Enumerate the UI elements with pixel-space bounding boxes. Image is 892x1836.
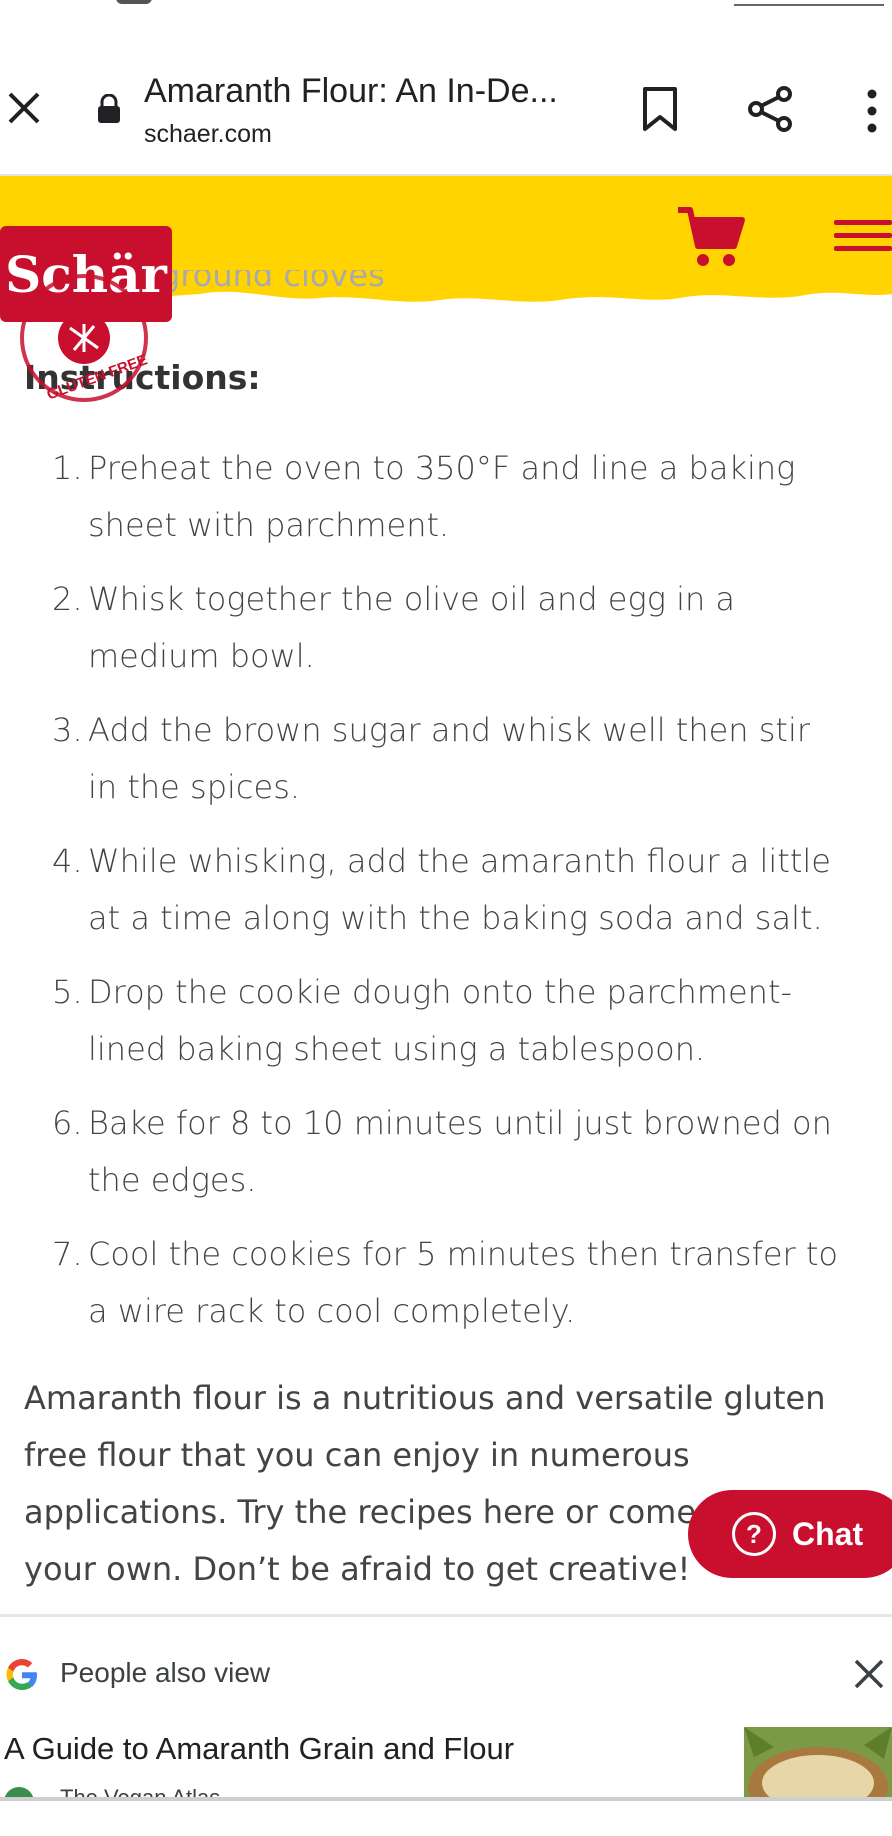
step-number: 4.: [52, 842, 83, 880]
clipped-ingredient-text: ground cloves: [160, 270, 385, 292]
instruction-step: 1. Preheat the oven to 350°F and line a b…: [52, 440, 848, 554]
page-title[interactable]: Amaranth Flour: An In-De...: [144, 72, 558, 111]
lock-icon[interactable]: [96, 94, 122, 124]
bookmark-icon[interactable]: [640, 86, 680, 132]
step-number: 7.: [52, 1235, 83, 1273]
result-title[interactable]: A Guide to Amaranth Grain and Flour: [4, 1731, 514, 1767]
instruction-list: 1. Preheat the oven to 350°F and line a b…: [0, 440, 848, 1357]
instruction-step: 5. Drop the cookie dough onto the parchme…: [52, 964, 848, 1078]
help-icon: ?: [732, 1512, 776, 1556]
step-text: Add the brown sugar and whisk well then …: [88, 711, 811, 806]
step-text: While whisking, add the amaranth flour a…: [88, 842, 831, 937]
instruction-step: 4. While whisking, add the amaranth flour…: [52, 833, 848, 947]
step-number: 6.: [52, 1104, 83, 1142]
chat-label: Chat: [792, 1515, 864, 1552]
chat-button[interactable]: ? Chat: [688, 1490, 892, 1578]
status-bar: [0, 0, 892, 36]
close-sheet-icon[interactable]: [852, 1657, 886, 1691]
google-g-icon: [6, 1659, 37, 1690]
menu-icon[interactable]: [832, 216, 892, 256]
step-text: Whisk together the olive oil and egg in …: [88, 580, 736, 675]
sheet-bottom-edge: [0, 1797, 892, 1831]
step-text: Preheat the oven to 350°F and line a bak…: [88, 449, 796, 544]
status-icon: [116, 0, 152, 4]
page-domain[interactable]: schaer.com: [144, 120, 272, 149]
instruction-step: 6. Bake for 8 to 10 minutes until just br…: [52, 1095, 848, 1209]
step-text: Drop the cookie dough onto the parchment…: [88, 973, 793, 1068]
more-options-icon[interactable]: [860, 86, 884, 136]
instruction-step: 7. Cool the cookies for 5 minutes then tr…: [52, 1226, 848, 1340]
step-number: 2.: [52, 580, 83, 618]
status-indicators: [734, 0, 884, 6]
step-text: Bake for 8 to 10 minutes until just brow…: [88, 1104, 832, 1199]
step-number: 3.: [52, 711, 83, 749]
people-also-view-sheet: People also view A Guide to Amaranth Gra…: [0, 1614, 892, 1836]
browser-toolbar: Amaranth Flour: An In-De... schaer.com: [0, 36, 892, 176]
instruction-step: 3. Add the brown sugar and whisk well the…: [52, 702, 848, 816]
instruction-step: 2. Whisk together the olive oil and egg i…: [52, 571, 848, 685]
result-thumbnail[interactable]: [744, 1727, 892, 1807]
schar-logo[interactable]: Schär GLUTEN FREE: [0, 226, 175, 406]
close-icon[interactable]: [4, 88, 44, 128]
cart-icon[interactable]: [676, 206, 746, 268]
step-number: 5.: [52, 973, 83, 1011]
sheet-header: People also view: [60, 1657, 271, 1688]
step-text: Cool the cookies for 5 minutes then tran…: [88, 1235, 838, 1330]
step-number: 1.: [52, 449, 83, 487]
share-icon[interactable]: [746, 84, 796, 134]
